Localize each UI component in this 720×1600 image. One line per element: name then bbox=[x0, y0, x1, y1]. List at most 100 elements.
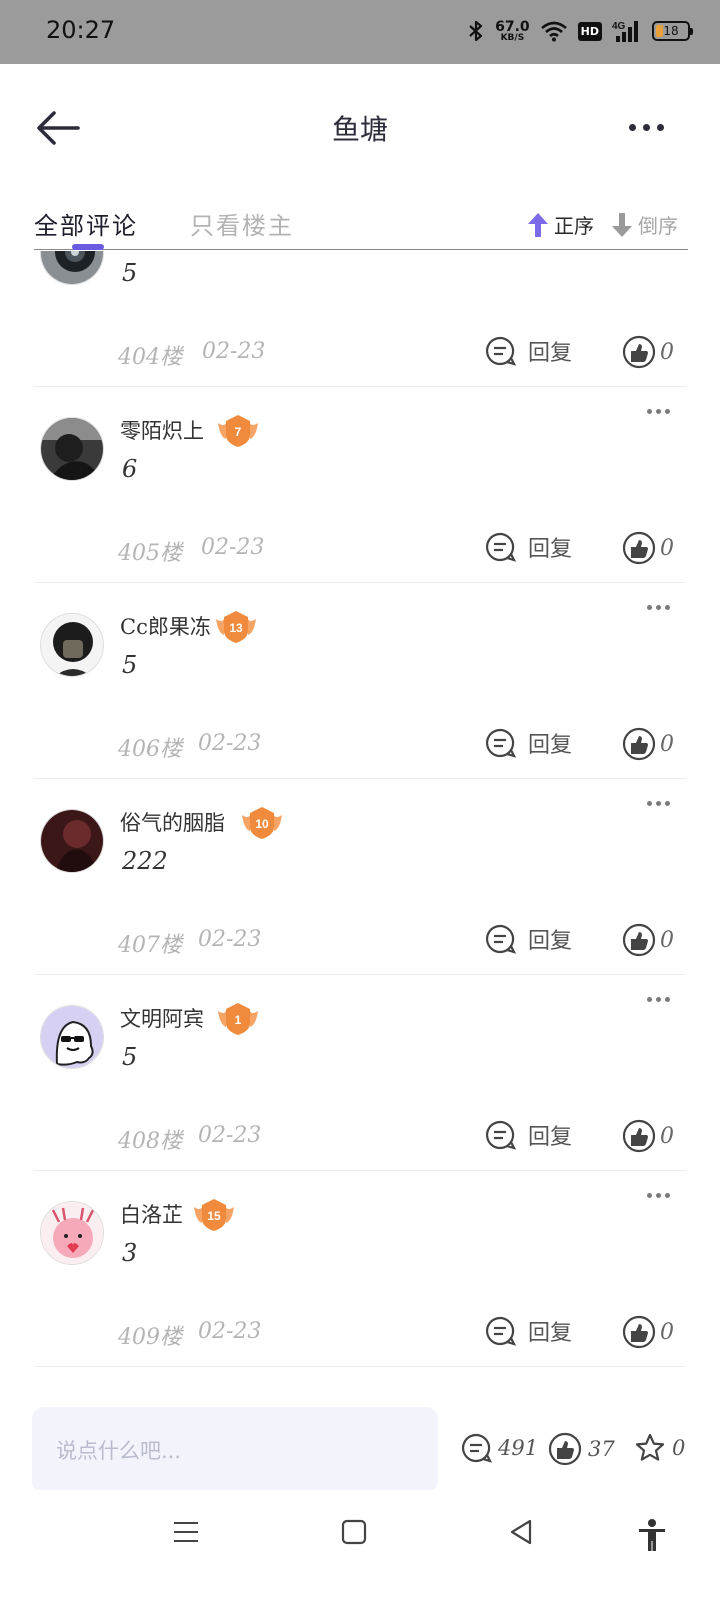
comment-list: 5 404楼 02-23 回复 0 零陌炽上 7 6 405楼 02-23 回复 bbox=[0, 251, 720, 1389]
reply-icon bbox=[485, 728, 516, 758]
level-badge: 15 bbox=[194, 1199, 234, 1231]
comment-icon bbox=[461, 1433, 492, 1463]
comment-content: 5 bbox=[122, 1043, 138, 1071]
thumbs-up-icon bbox=[622, 1315, 656, 1349]
floor-number: 404楼 bbox=[118, 345, 182, 370]
page-title: 鱼塘 bbox=[331, 113, 388, 146]
like-button[interactable]: 0 bbox=[622, 727, 674, 761]
comment-date: 02-23 bbox=[201, 535, 265, 560]
reply-label: 回复 bbox=[528, 341, 573, 366]
bluetooth-icon bbox=[469, 20, 483, 42]
avatar[interactable] bbox=[40, 417, 104, 481]
like-count: 0 bbox=[660, 1319, 674, 1345]
tab-owner-only[interactable]: 只看楼主 bbox=[190, 206, 294, 241]
reply-button[interactable]: 回复 bbox=[484, 923, 572, 955]
triangle-back-icon bbox=[510, 1519, 532, 1545]
reply-button[interactable]: 回复 bbox=[484, 531, 572, 563]
comment-more-button[interactable] bbox=[647, 605, 670, 610]
comment-content: 5 bbox=[122, 259, 138, 287]
tab-all-comments[interactable]: 全部评论 bbox=[34, 206, 138, 241]
favorite-count: 0 bbox=[672, 1436, 686, 1460]
sort-ascending-button[interactable]: 正序 bbox=[526, 210, 594, 239]
avatar[interactable] bbox=[40, 613, 104, 677]
like-count: 0 bbox=[660, 1123, 674, 1149]
reply-icon bbox=[485, 336, 516, 366]
avatar[interactable] bbox=[40, 809, 104, 873]
nav-back-button[interactable] bbox=[508, 1518, 536, 1550]
comment-count-button[interactable]: 491 bbox=[460, 1432, 538, 1464]
nav-accessibility-button[interactable] bbox=[636, 1518, 668, 1556]
reply-icon bbox=[485, 924, 516, 954]
comment-date: 02-23 bbox=[198, 1123, 262, 1148]
status-icons: 67.0 KB/S HD 4G 18 bbox=[467, 14, 693, 48]
comment-input[interactable]: 说点什么吧... bbox=[32, 1407, 438, 1493]
comment-more-button[interactable] bbox=[647, 801, 670, 806]
comment-count: 491 bbox=[498, 1436, 539, 1460]
svg-text:10: 10 bbox=[255, 817, 269, 831]
comment-date: 02-23 bbox=[198, 927, 262, 952]
hd-badge: HD bbox=[577, 21, 602, 41]
accessibility-icon bbox=[639, 1519, 665, 1551]
favorite-button[interactable]: 0 bbox=[634, 1432, 685, 1464]
like-count: 0 bbox=[660, 339, 674, 365]
reply-button[interactable]: 回复 bbox=[484, 727, 572, 759]
comment-more-button[interactable] bbox=[647, 997, 670, 1002]
tab-indicator bbox=[72, 244, 104, 250]
nav-menu-button[interactable] bbox=[172, 1518, 200, 1550]
arrow-up-icon bbox=[528, 212, 548, 237]
comment-more-button[interactable] bbox=[647, 409, 670, 414]
floor-number: 407楼 bbox=[118, 933, 182, 958]
more-options-button[interactable] bbox=[629, 124, 664, 131]
level-badge: 13 bbox=[216, 611, 256, 643]
avatar[interactable] bbox=[40, 1201, 104, 1265]
comment-item: 俗气的胭脂 10 222 407楼 02-23 回复 0 bbox=[0, 779, 720, 975]
like-count: 0 bbox=[660, 927, 674, 953]
reply-button[interactable]: 回复 bbox=[484, 335, 572, 367]
comment-content: 3 bbox=[122, 1239, 138, 1267]
username[interactable]: 零陌炽上 bbox=[120, 415, 204, 445]
sort-descending-button[interactable]: 倒序 bbox=[610, 210, 678, 239]
status-bar: 20:27 67.0 KB/S HD 4G 18 bbox=[0, 0, 720, 64]
username[interactable]: 俗气的胭脂 bbox=[120, 807, 225, 837]
comment-item: 白洛芷 15 3 409楼 02-23 回复 0 bbox=[0, 1171, 720, 1367]
like-count: 0 bbox=[660, 731, 674, 757]
thumbs-up-icon bbox=[622, 1119, 656, 1153]
comment-date: 02-23 bbox=[198, 1319, 262, 1344]
comment-item: 5 404楼 02-23 回复 0 bbox=[0, 251, 720, 387]
reply-label: 回复 bbox=[528, 1125, 573, 1150]
floor-number: 405楼 bbox=[118, 541, 182, 566]
comment-more-button[interactable] bbox=[647, 1193, 670, 1198]
level-badge: 10 bbox=[242, 807, 282, 839]
thumbs-up-icon bbox=[622, 923, 656, 957]
square-icon bbox=[341, 1519, 367, 1545]
floor-number: 406楼 bbox=[118, 737, 182, 762]
like-button[interactable]: 0 bbox=[622, 335, 674, 369]
comment-item: 文明阿宾 1 5 408楼 02-23 回复 0 bbox=[0, 975, 720, 1171]
level-badge: 1 bbox=[218, 1003, 258, 1035]
thumbs-up-icon bbox=[622, 531, 656, 565]
username[interactable]: 白洛芷 bbox=[120, 1199, 183, 1229]
arrow-down-icon bbox=[612, 212, 632, 237]
avatar[interactable] bbox=[40, 251, 104, 285]
reply-button[interactable]: 回复 bbox=[484, 1119, 572, 1151]
post-like-button[interactable]: 37 bbox=[548, 1432, 615, 1466]
level-badge: 7 bbox=[218, 415, 258, 447]
thumbs-up-icon bbox=[622, 727, 656, 761]
like-button[interactable]: 0 bbox=[622, 1119, 674, 1153]
comment-item: 零陌炽上 7 6 405楼 02-23 回复 0 bbox=[0, 387, 720, 583]
like-button[interactable]: 0 bbox=[622, 1315, 674, 1349]
svg-text:13: 13 bbox=[229, 621, 243, 635]
reply-button[interactable]: 回复 bbox=[484, 1315, 572, 1347]
username[interactable]: Cc郎果冻 bbox=[120, 611, 211, 641]
nav-home-button[interactable] bbox=[340, 1518, 368, 1550]
like-count: 0 bbox=[660, 535, 674, 561]
bottom-action-bar: 说点什么吧... 491 37 0 bbox=[0, 1390, 720, 1493]
like-button[interactable]: 0 bbox=[622, 923, 674, 957]
avatar[interactable] bbox=[40, 1005, 104, 1069]
floor-number: 408楼 bbox=[118, 1129, 182, 1154]
status-time: 20:27 bbox=[46, 16, 116, 44]
reply-label: 回复 bbox=[528, 929, 573, 954]
thumbs-up-icon bbox=[548, 1432, 582, 1466]
username[interactable]: 文明阿宾 bbox=[120, 1003, 204, 1033]
like-button[interactable]: 0 bbox=[622, 531, 674, 565]
